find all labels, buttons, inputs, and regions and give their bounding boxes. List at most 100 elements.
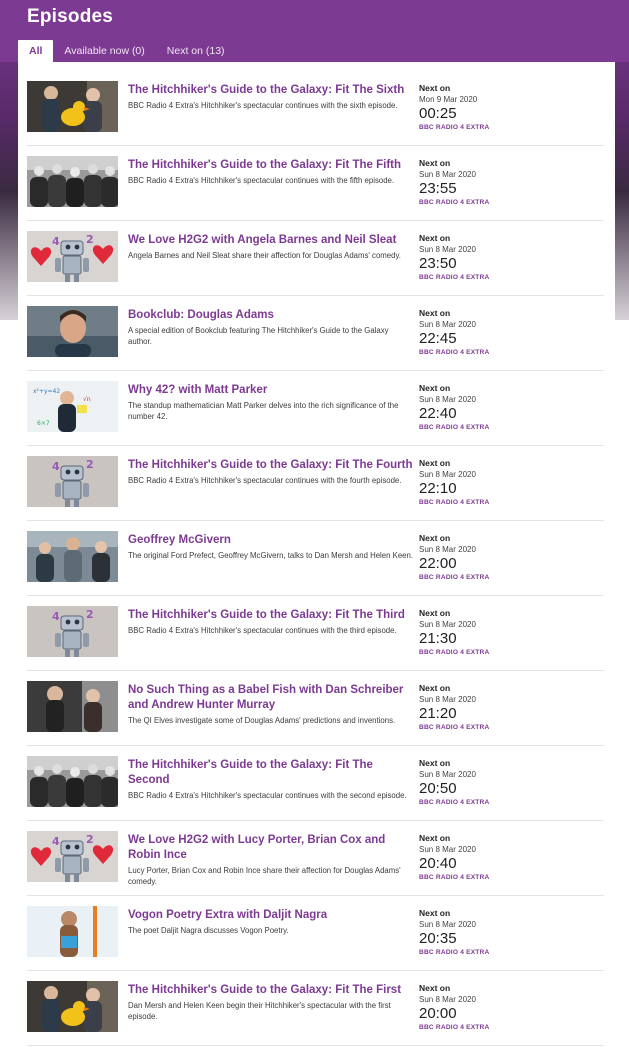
episode-thumbnail[interactable]: 42 [27, 456, 118, 507]
episode-list: The Hitchhiker's Guide to the Galaxy: Fi… [27, 72, 604, 1047]
next-on-label: Next on [419, 533, 451, 543]
episode-schedule: Next on Sun 8 Mar 2020 20:00 BBC RADIO 4… [419, 983, 539, 1033]
episode-title[interactable]: The Hitchhiker's Guide to the Galaxy: Fi… [128, 458, 413, 473]
network-link[interactable]: BBC RADIO 4 EXTRA [419, 348, 539, 358]
episode-row: 42 We Love H2G2 with Lucy Porter, Brian … [27, 822, 604, 896]
svg-text:4: 4 [52, 460, 60, 473]
episode-schedule: Next on Mon 9 Mar 2020 00:25 BBC RADIO 4… [419, 83, 539, 133]
episode-description: Lucy Porter, Brian Cox and Robin Ince sh… [128, 866, 401, 886]
episode-thumbnail[interactable]: 42 [27, 831, 118, 882]
episode-title[interactable]: We Love H2G2 with Lucy Porter, Brian Cox… [128, 833, 413, 863]
broadcast-time: 22:40 [419, 405, 457, 422]
episode-info: Why 42? with Matt Parker The standup mat… [128, 383, 413, 422]
episode-description: BBC Radio 4 Extra's Hitchhiker's spectac… [128, 176, 395, 185]
episode-thumbnail[interactable] [27, 306, 118, 357]
episode-title[interactable]: We Love H2G2 with Angela Barnes and Neil… [128, 233, 413, 248]
episode-thumbnail[interactable] [27, 531, 118, 582]
episode-thumbnail[interactable]: x²+y=42 √n 6×7 [27, 381, 118, 432]
episode-title[interactable]: Vogon Poetry Extra with Daljit Nagra [128, 908, 413, 923]
episode-thumbnail[interactable] [27, 756, 118, 807]
episode-row: 42 The Hitchhiker's Guide to the Galaxy:… [27, 447, 604, 521]
broadcast-time: 22:45 [419, 330, 457, 347]
episode-row: The Hitchhiker's Guide to the Galaxy: Fi… [27, 72, 604, 146]
svg-text:√n: √n [83, 396, 91, 403]
network-link[interactable]: BBC RADIO 4 EXTRA [419, 948, 539, 958]
episode-title[interactable]: No Such Thing as a Babel Fish with Dan S… [128, 683, 413, 713]
episode-thumbnail[interactable]: 42 [27, 606, 118, 657]
episode-schedule: Next on Sun 8 Mar 2020 20:35 BBC RADIO 4… [419, 908, 539, 958]
network-link[interactable]: BBC RADIO 4 EXTRA [419, 498, 539, 508]
episode-row: 42 The Hitchhiker's Guide to the Galaxy:… [27, 597, 604, 671]
next-on-label: Next on [419, 308, 451, 318]
broadcast-time: 00:25 [419, 105, 457, 122]
episode-schedule: Next on Sun 8 Mar 2020 20:40 BBC RADIO 4… [419, 833, 539, 883]
episodes-header: Episodes All Available now (0) Next on (… [0, 0, 629, 62]
broadcast-date: Sun 8 Mar 2020 [419, 395, 476, 404]
broadcast-time: 21:20 [419, 705, 457, 722]
next-on-label: Next on [419, 758, 451, 768]
episode-description: Dan Mersh and Helen Keen begin their Hit… [128, 1001, 391, 1021]
broadcast-date: Sun 8 Mar 2020 [419, 995, 476, 1004]
network-link[interactable]: BBC RADIO 4 EXTRA [419, 798, 539, 808]
episode-thumbnail[interactable] [27, 156, 118, 207]
episode-row: The Hitchhiker's Guide to the Galaxy: Fi… [27, 147, 604, 221]
episode-description: BBC Radio 4 Extra's Hitchhiker's spectac… [128, 476, 402, 485]
episode-thumbnail[interactable] [27, 81, 118, 132]
episode-title[interactable]: Bookclub: Douglas Adams [128, 308, 413, 323]
broadcast-time: 20:40 [419, 855, 457, 872]
episode-description: Angela Barnes and Neil Sleat share their… [128, 251, 401, 260]
episode-info: No Such Thing as a Babel Fish with Dan S… [128, 683, 413, 726]
episode-thumbnail[interactable] [27, 681, 118, 732]
svg-text:2: 2 [86, 833, 94, 846]
episode-description: The poet Daljit Nagra discusses Vogon Po… [128, 926, 289, 935]
network-link[interactable]: BBC RADIO 4 EXTRA [419, 273, 539, 283]
network-link[interactable]: BBC RADIO 4 EXTRA [419, 873, 539, 883]
svg-text:4: 4 [52, 610, 60, 623]
broadcast-time: 22:00 [419, 555, 457, 572]
episode-title[interactable]: The Hitchhiker's Guide to the Galaxy: Fi… [128, 983, 413, 998]
episode-schedule: Next on Sun 8 Mar 2020 22:10 BBC RADIO 4… [419, 458, 539, 508]
episode-thumbnail[interactable] [27, 981, 118, 1032]
episode-title[interactable]: The Hitchhiker's Guide to the Galaxy: Fi… [128, 158, 413, 173]
network-link[interactable]: BBC RADIO 4 EXTRA [419, 1023, 539, 1033]
episode-description: A special edition of Bookclub featuring … [128, 326, 389, 346]
next-on-label: Next on [419, 83, 451, 93]
network-link[interactable]: BBC RADIO 4 EXTRA [419, 648, 539, 658]
episode-info: The Hitchhiker's Guide to the Galaxy: Fi… [128, 608, 413, 636]
broadcast-date: Mon 9 Mar 2020 [419, 95, 478, 104]
tab-available-now[interactable]: Available now (0) [53, 40, 155, 62]
broadcast-time: 20:50 [419, 780, 457, 797]
broadcast-date: Sun 8 Mar 2020 [419, 545, 476, 554]
next-on-label: Next on [419, 683, 451, 693]
svg-text:2: 2 [86, 608, 94, 621]
episode-info: The Hitchhiker's Guide to the Galaxy: Fi… [128, 458, 413, 486]
broadcast-date: Sun 8 Mar 2020 [419, 245, 476, 254]
next-on-label: Next on [419, 158, 451, 168]
tab-next-on[interactable]: Next on (13) [156, 40, 236, 62]
episode-schedule: Next on Sun 8 Mar 2020 21:30 BBC RADIO 4… [419, 608, 539, 658]
svg-text:2: 2 [86, 458, 94, 471]
episode-schedule: Next on Sun 8 Mar 2020 22:00 BBC RADIO 4… [419, 533, 539, 583]
network-link[interactable]: BBC RADIO 4 EXTRA [419, 123, 539, 133]
episode-row: No Such Thing as a Babel Fish with Dan S… [27, 672, 604, 746]
svg-text:4: 4 [52, 235, 60, 248]
episode-tabs: All Available now (0) Next on (13) [18, 40, 236, 62]
next-on-label: Next on [419, 608, 451, 618]
episode-title[interactable]: Geoffrey McGivern [128, 533, 413, 548]
episode-title[interactable]: Why 42? with Matt Parker [128, 383, 413, 398]
episode-thumbnail[interactable] [27, 906, 118, 957]
episode-title[interactable]: The Hitchhiker's Guide to the Galaxy: Fi… [128, 608, 413, 623]
network-link[interactable]: BBC RADIO 4 EXTRA [419, 423, 539, 433]
episode-title[interactable]: The Hitchhiker's Guide to the Galaxy: Fi… [128, 758, 413, 788]
episode-thumbnail[interactable]: 42 [27, 231, 118, 282]
svg-text:6×7: 6×7 [37, 420, 50, 427]
tab-all[interactable]: All [18, 40, 54, 62]
episode-schedule: Next on Sun 8 Mar 2020 23:50 BBC RADIO 4… [419, 233, 539, 283]
network-link[interactable]: BBC RADIO 4 EXTRA [419, 198, 539, 208]
network-link[interactable]: BBC RADIO 4 EXTRA [419, 573, 539, 583]
episode-description: BBC Radio 4 Extra's Hitchhiker's spectac… [128, 101, 398, 110]
network-link[interactable]: BBC RADIO 4 EXTRA [419, 723, 539, 733]
next-on-label: Next on [419, 233, 451, 243]
episode-title[interactable]: The Hitchhiker's Guide to the Galaxy: Fi… [128, 83, 413, 98]
episode-row: Vogon Poetry Extra with Daljit Nagra The… [27, 897, 604, 971]
